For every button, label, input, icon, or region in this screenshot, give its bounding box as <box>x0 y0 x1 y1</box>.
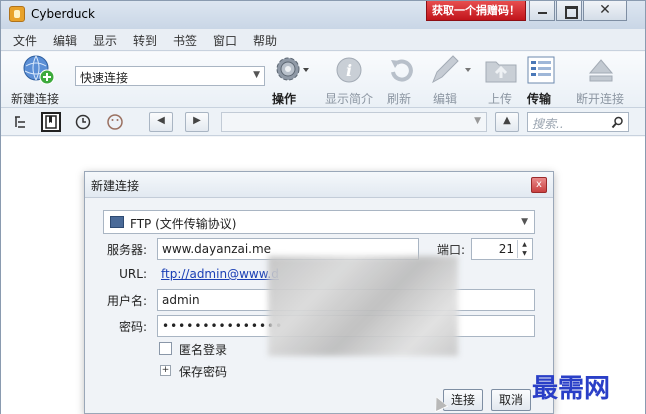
menu-window[interactable]: 窗口 <box>213 32 237 49</box>
gear-icon <box>276 57 309 81</box>
password-value: ••••••••••••••• <box>162 319 284 333</box>
minimize-button[interactable] <box>529 1 555 21</box>
server-value: www.dayanzai.me <box>162 242 272 256</box>
refresh-label: 刷新 <box>387 92 412 106</box>
username-value: admin <box>162 293 200 307</box>
info-label: 显示简介 <box>325 92 374 106</box>
chevron-up-icon[interactable]: ▲ <box>518 240 531 249</box>
anonymous-login-checkbox[interactable] <box>159 342 172 355</box>
upload-folder-icon <box>485 61 517 83</box>
dialog-close-button[interactable]: x <box>531 177 547 193</box>
path-select[interactable]: ▼ <box>221 112 487 132</box>
maximize-button[interactable] <box>556 1 582 21</box>
save-password-label: 保存密码 <box>179 365 228 379</box>
url-label: URL: <box>119 267 147 281</box>
server-label: 服务器: <box>106 243 147 257</box>
quick-connect-value: 快速连接 <box>80 71 129 85</box>
password-label: 密码: <box>118 320 147 334</box>
username-label: 用户名: <box>106 294 147 308</box>
refresh-icon <box>391 59 413 82</box>
chevron-down-icon: ▼ <box>474 116 481 126</box>
menu-file[interactable]: 文件 <box>13 32 37 49</box>
menu-view[interactable]: 显示 <box>93 32 117 49</box>
url-link[interactable]: ftp://admin@www.d <box>161 267 279 281</box>
chevron-down-icon[interactable]: ▼ <box>518 249 531 258</box>
chevron-down-icon: ▼ <box>521 217 528 227</box>
outline-view-icon[interactable] <box>11 112 31 132</box>
browser-subbar: ◀ ▶ ▼ ▲ 搜索.. <box>1 108 645 136</box>
up-arrow-icon: ▲ <box>503 115 511 126</box>
search-icon <box>611 116 623 129</box>
history-clock-icon[interactable] <box>73 112 93 132</box>
quick-connect-select[interactable]: 快速连接 ▼ <box>75 66 265 86</box>
site-watermark: 最需网 <box>532 374 611 404</box>
transfers-icon <box>527 56 555 84</box>
upload-label: 上传 <box>488 92 513 106</box>
transfers-label: 传输 <box>527 92 552 106</box>
chevron-down-icon: ▼ <box>253 70 260 80</box>
menu-bookmarks[interactable]: 书签 <box>173 32 197 49</box>
cancel-button[interactable]: 取消 <box>491 389 531 411</box>
bonjour-icon[interactable] <box>105 112 125 132</box>
action-label: 操作 <box>272 92 297 106</box>
title-bar: Cyberduck 获取一个捐赠码！ ✕ <box>1 1 645 29</box>
eject-icon <box>588 59 614 82</box>
port-value: 21 <box>498 242 514 256</box>
dialog-title-bar: 新建连接 x <box>85 172 553 198</box>
edit-label: 编辑 <box>433 92 458 106</box>
ftp-protocol-icon <box>110 216 124 228</box>
disconnect-label: 断开连接 <box>576 92 625 106</box>
parent-folder-button[interactable]: ▲ <box>495 112 519 132</box>
main-toolbar: 新建连接 快速连接 ▼ 操作 i 显示简介 刷新 编辑 上传 传输 断开连接 <box>1 52 645 108</box>
port-input[interactable]: 21 ▲ ▼ <box>471 238 533 260</box>
menu-go[interactable]: 转到 <box>133 32 157 49</box>
port-stepper[interactable]: ▲ ▼ <box>517 240 531 258</box>
bookmarks-toggle-button[interactable] <box>41 112 61 132</box>
dialog-title: 新建连接 <box>91 179 140 193</box>
privacy-blur-overlay <box>268 256 458 356</box>
close-icon: ✕ <box>599 2 611 18</box>
forward-button[interactable]: ▶ <box>185 112 209 132</box>
connect-button[interactable]: 连接 <box>443 389 483 411</box>
menu-help[interactable]: 帮助 <box>253 32 277 49</box>
back-button[interactable]: ◀ <box>149 112 173 132</box>
search-input[interactable]: 搜索.. <box>527 112 629 132</box>
info-icon: i <box>336 57 362 83</box>
expand-options-toggle[interactable]: + <box>160 365 171 376</box>
cyberduck-app-icon <box>9 6 25 22</box>
donate-button[interactable]: 获取一个捐赠码！ <box>426 1 526 21</box>
protocol-value: FTP (文件传输协议) <box>130 217 237 231</box>
menu-bar: 文件 编辑 显示 转到 书签 窗口 帮助 <box>1 29 645 51</box>
menu-edit[interactable]: 编辑 <box>53 32 77 49</box>
anonymous-login-label: 匿名登录 <box>179 343 228 357</box>
bookmark-icon <box>45 115 57 129</box>
back-arrow-icon: ◀ <box>157 115 165 126</box>
window-title: Cyberduck <box>31 7 95 21</box>
svg-text:i: i <box>346 61 352 80</box>
globe-add-icon <box>23 55 55 85</box>
new-connection-label: 新建连接 <box>11 92 60 106</box>
protocol-select[interactable]: FTP (文件传输协议) ▼ <box>103 210 535 234</box>
pencil-icon <box>432 55 471 84</box>
close-window-button[interactable]: ✕ <box>583 1 627 21</box>
forward-arrow-icon: ▶ <box>193 115 201 126</box>
search-placeholder: 搜索.. <box>532 117 564 131</box>
